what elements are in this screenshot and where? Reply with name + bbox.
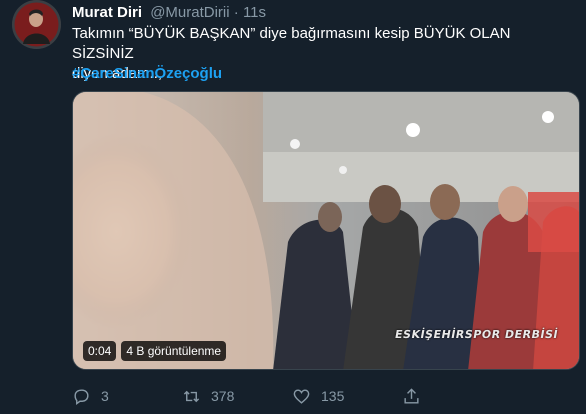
user-handle[interactable]: @MuratDirii xyxy=(150,4,229,21)
reply-count: 3 xyxy=(101,388,109,404)
video-duration: 0:04 xyxy=(83,341,117,361)
tweet-actions: 3 378 135 xyxy=(72,384,512,408)
retweet-count: 378 xyxy=(211,388,235,404)
timestamp[interactable]: 11s xyxy=(243,4,266,21)
avatar-image xyxy=(12,0,61,49)
video-player[interactable]: ESKİŞEHİRSPOR DERBİSİ 0:04 4 B görüntüle… xyxy=(72,91,580,370)
video-badges: 0:04 4 B görüntülenme xyxy=(83,341,227,361)
tweet[interactable]: Murat Diri @MuratDirii · 11s Takımın “BÜ… xyxy=(0,0,586,414)
hashtag-link[interactable]: #ÇareSinanÖzeçoğlu xyxy=(72,64,222,84)
display-name[interactable]: Murat Diri xyxy=(72,4,142,21)
reply-icon xyxy=(74,388,89,405)
video-overlay-caption: ESKİŞEHİRSPOR DERBİSİ xyxy=(393,328,560,341)
share-icon xyxy=(404,387,419,404)
avatar[interactable] xyxy=(12,0,61,49)
share-button[interactable] xyxy=(402,384,512,408)
retweet-icon xyxy=(183,390,200,402)
retweet-button[interactable]: 378 xyxy=(182,384,292,408)
like-count: 135 xyxy=(321,388,345,404)
video-view-count: 4 B görüntülenme xyxy=(121,341,227,361)
tweet-header: Murat Diri @MuratDirii · 11s xyxy=(72,3,266,22)
separator: · xyxy=(233,4,239,21)
tweet-text-line: Takımın “BÜYÜK BAŞKAN” diye bağırmasını … xyxy=(72,25,511,62)
reply-button[interactable]: 3 xyxy=(72,384,182,408)
like-icon xyxy=(293,388,310,404)
like-button[interactable]: 135 xyxy=(292,384,402,408)
